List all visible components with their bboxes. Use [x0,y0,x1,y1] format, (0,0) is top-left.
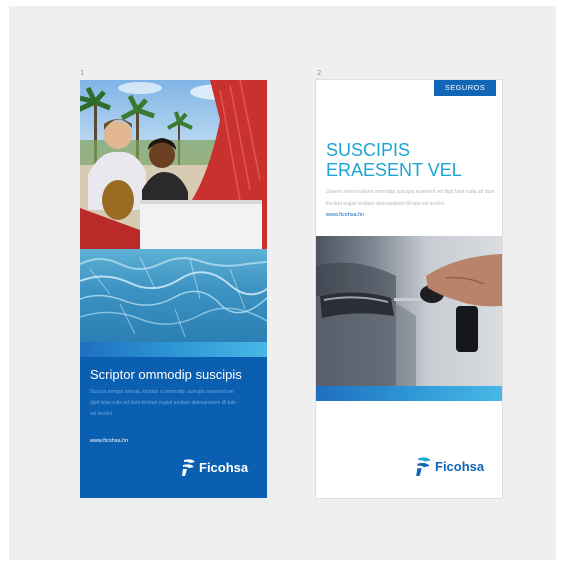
ficohsa-logo: Ficohsa [182,458,248,476]
brochure-panel-2: SEGUROS SUSCIPIS ERAESENT VEL Diatem sor… [316,80,502,498]
ficohsa-logo-text: Ficohsa [199,459,249,475]
page-number-1: 1 [80,69,85,77]
panel-2-body-text: Diatem sored nullane ommodip suscipis er… [326,189,495,207]
car-key-hand-photo [316,236,502,386]
brochure-panel-1: Scriptor ommodip suscipis Suscus ermget … [80,80,267,498]
panel-1-heading: Scriptor ommodip suscipis [90,367,242,382]
ficohsa-logo: Ficohsa [416,456,484,476]
panel-2-heading-line-1: SUSCIPIS [326,140,411,160]
panel-1-website-link: www.ficohsa.hn [90,438,129,444]
panel-2-heading-line-2: ERAESENT VEL [326,160,462,180]
seguros-badge: SEGUROS [434,80,496,96]
couple-with-laptop-on-beach-photo [80,80,267,249]
page-number-2: 2 [317,69,322,77]
ficohsa-logo-mark-icon [182,459,195,476]
ficohsa-logo-text: Ficohsa [435,458,485,474]
panel-2-website-link: www.ficohsa.hn [326,212,365,218]
panel-2-heading: SUSCIPIS ERAESENT VEL [326,140,462,180]
accent-band [80,342,267,357]
accent-band [316,386,502,401]
panel-1-body-text: Suscus ermget animai, scriptor s ommodip… [90,389,236,417]
ficohsa-logo-mark-icon [416,457,431,476]
pool-water-photo [80,249,267,342]
